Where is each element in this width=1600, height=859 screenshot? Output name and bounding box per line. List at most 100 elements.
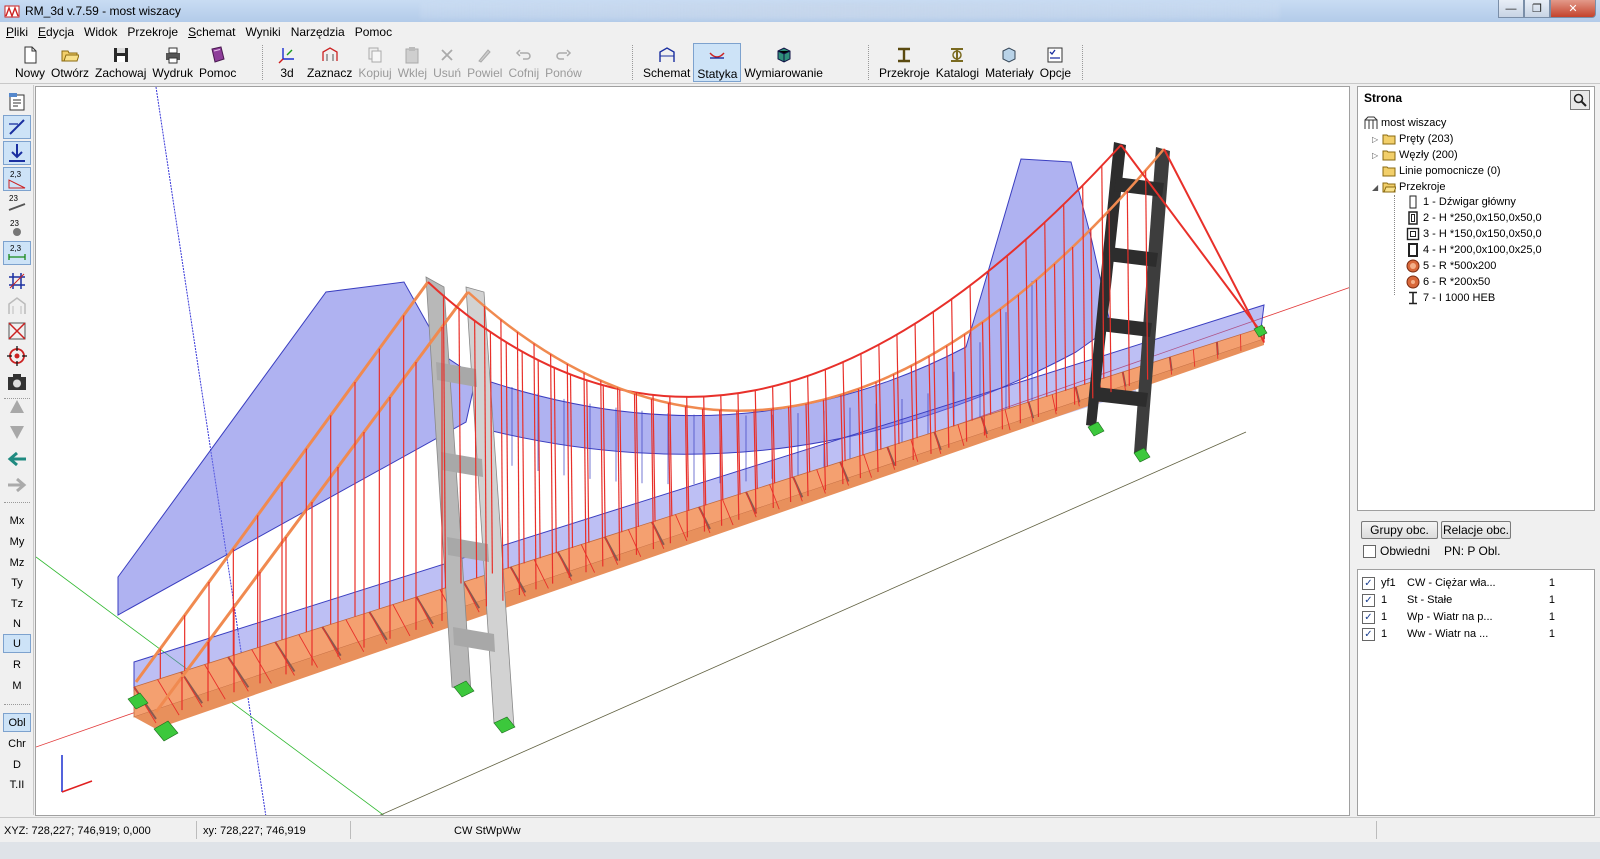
collapse-arrow-icon[interactable]: ◢ — [1372, 183, 1382, 192]
menu-edycja[interactable]: Edycja — [34, 25, 78, 39]
hanger-cable — [569, 374, 574, 548]
bridge-model-drawing[interactable] — [36, 87, 1350, 816]
result-mz-button[interactable]: Mz — [3, 553, 31, 572]
section-item-7[interactable]: 7 - I 1000 HEB — [1406, 290, 1495, 306]
cross-bracing-button[interactable] — [3, 319, 31, 343]
load-case-row[interactable]: ✓ 1 Wp - Wiatr na p... 1 — [1362, 609, 1590, 625]
new-button[interactable]: Nowy — [12, 43, 48, 82]
select-button[interactable]: Zaznacz — [304, 43, 355, 82]
d-button[interactable]: D — [3, 755, 31, 774]
load-relations-button[interactable]: Relacje obc. — [1441, 521, 1511, 539]
menu-pliki[interactable]: Pliki — [2, 25, 32, 39]
dimension-button[interactable]: 2,3 — [3, 241, 31, 265]
menu-pomoc[interactable]: Pomoc — [351, 25, 396, 39]
section-item-5[interactable]: 5 - R *500x200 — [1406, 258, 1496, 274]
menu-narzedzia[interactable]: Narzędzia — [287, 25, 349, 39]
t2-button[interactable]: T.II — [3, 775, 31, 794]
status-load-cases: CW StWpWw — [454, 825, 521, 837]
result-r-button[interactable]: R — [3, 655, 31, 674]
tree-connector — [1394, 195, 1395, 295]
node-numbers-button[interactable]: 23 — [3, 216, 31, 240]
printer-icon — [165, 47, 180, 64]
minimize-button[interactable]: — — [1498, 0, 1524, 18]
view-3d-button[interactable]: 3d — [270, 43, 304, 82]
load-case-checkbox[interactable]: ✓ — [1362, 576, 1375, 590]
undo-button[interactable]: Cofnij — [505, 43, 542, 82]
menu-widok[interactable]: Widok — [80, 25, 121, 39]
help-button[interactable]: Pomoc — [196, 43, 239, 82]
rect-outline-icon — [1409, 195, 1417, 209]
draw-bar-button[interactable] — [3, 115, 31, 139]
result-tz-button[interactable]: Tz — [3, 594, 31, 613]
section-item-4[interactable]: 4 - H *200,0x100,0x25,0 — [1406, 242, 1542, 258]
menu-wyniki[interactable]: Wyniki — [241, 25, 284, 39]
chr-button[interactable]: Chr — [3, 734, 31, 753]
catalogs-button[interactable]: Katalogi — [933, 43, 982, 82]
result-my-button[interactable]: My — [3, 532, 31, 551]
expand-arrow-icon[interactable]: ▷ — [1372, 151, 1382, 160]
tree-item-nodes[interactable]: ▷ Węzły (200) — [1372, 147, 1458, 163]
result-n-button[interactable]: N — [3, 614, 31, 633]
sections-button[interactable]: Przekroje — [876, 43, 933, 82]
open-button[interactable]: Otwórz — [48, 43, 92, 82]
load-case-checkbox[interactable]: ✓ — [1362, 627, 1375, 641]
move-up-button[interactable] — [3, 395, 31, 419]
tree-header: Strona — [1364, 91, 1403, 105]
envelope-checkbox[interactable] — [1363, 544, 1376, 558]
tree-item-helper-lines[interactable]: Linie pomocnicze (0) — [1372, 163, 1501, 179]
print-button[interactable]: Wydruk — [149, 43, 196, 82]
load-case-row[interactable]: ✓ yf1 CW - Ciężar wła... 1 — [1362, 575, 1590, 591]
forward-button[interactable] — [3, 473, 31, 497]
load-case-checkbox[interactable]: ✓ — [1362, 610, 1375, 624]
load-case-row[interactable]: ✓ 1 Ww - Wiatr na ... 1 — [1362, 626, 1590, 642]
section-item-3[interactable]: 3 - H *150,0x150,0x50,0 — [1406, 226, 1542, 242]
menu-schemat[interactable]: Schemat — [184, 25, 239, 39]
menu-przekroje[interactable]: Przekroje — [123, 25, 182, 39]
bar-numbers-button[interactable]: 23 — [3, 191, 31, 215]
properties-button[interactable] — [3, 90, 31, 114]
tree-item-bars[interactable]: ▷ Pręty (203) — [1372, 131, 1453, 147]
camera-button[interactable] — [3, 370, 31, 394]
copy-button[interactable]: Kopiuj — [355, 43, 394, 82]
restore-button[interactable]: ❐ — [1524, 0, 1550, 18]
obl-button[interactable]: Obl — [3, 713, 31, 732]
result-mx-button[interactable]: Mx — [3, 511, 31, 530]
load-case-checkbox[interactable]: ✓ — [1362, 593, 1375, 607]
folder-icon — [1382, 150, 1396, 161]
target-node-button[interactable] — [3, 344, 31, 368]
move-down-button[interactable] — [3, 420, 31, 444]
section-item-1[interactable]: 1 - Dźwigar główny — [1406, 194, 1516, 210]
materials-button[interactable]: Materiały — [982, 43, 1037, 82]
hollow-rect-icon — [1408, 243, 1418, 257]
result-ty-button[interactable]: Ty — [3, 573, 31, 592]
section-item-6[interactable]: 6 - R *200x50 — [1406, 274, 1490, 290]
delete-button[interactable]: Usuń — [430, 43, 464, 82]
tree-item-sections[interactable]: ◢ Przekroje — [1372, 179, 1445, 195]
tree-search-button[interactable] — [1570, 90, 1590, 110]
options-button[interactable]: Opcje — [1037, 43, 1074, 82]
paste-button[interactable]: Wklej — [395, 43, 430, 82]
model-viewport[interactable] — [35, 86, 1350, 816]
load-groups-button[interactable]: Grupy obc. — [1361, 521, 1438, 539]
section-item-2[interactable]: 2 - H *250,0x150,0x50,0 — [1406, 210, 1542, 226]
redo-button[interactable]: Ponów — [542, 43, 585, 82]
load-values-button[interactable]: 2,3 — [3, 167, 31, 191]
expand-arrow-icon[interactable]: ▷ — [1372, 135, 1382, 144]
design-button[interactable]: Wymiarowanie — [741, 43, 826, 82]
back-button[interactable] — [3, 447, 31, 471]
grid-button[interactable] — [3, 269, 31, 293]
triangle-down-icon — [10, 426, 24, 439]
load-case-row[interactable]: ✓ 1 St - Stałe 1 — [1362, 592, 1590, 608]
tree-root[interactable]: most wiszacy — [1364, 115, 1446, 131]
result-u-button[interactable]: U — [3, 634, 31, 653]
statics-button[interactable]: Statyka — [693, 43, 742, 82]
status-xy: xy: 728,227; 746,919 — [203, 825, 306, 837]
schema-button[interactable]: Schemat — [640, 43, 693, 82]
save-button[interactable]: Zachowaj — [92, 43, 149, 82]
frame-view-button[interactable] — [3, 294, 31, 318]
support-button[interactable] — [3, 141, 31, 165]
close-button[interactable]: ✕ — [1550, 0, 1596, 18]
repeat-brush-icon — [477, 49, 491, 63]
result-m-button[interactable]: M — [3, 676, 31, 695]
repeat-button[interactable]: Powiel — [464, 43, 505, 82]
